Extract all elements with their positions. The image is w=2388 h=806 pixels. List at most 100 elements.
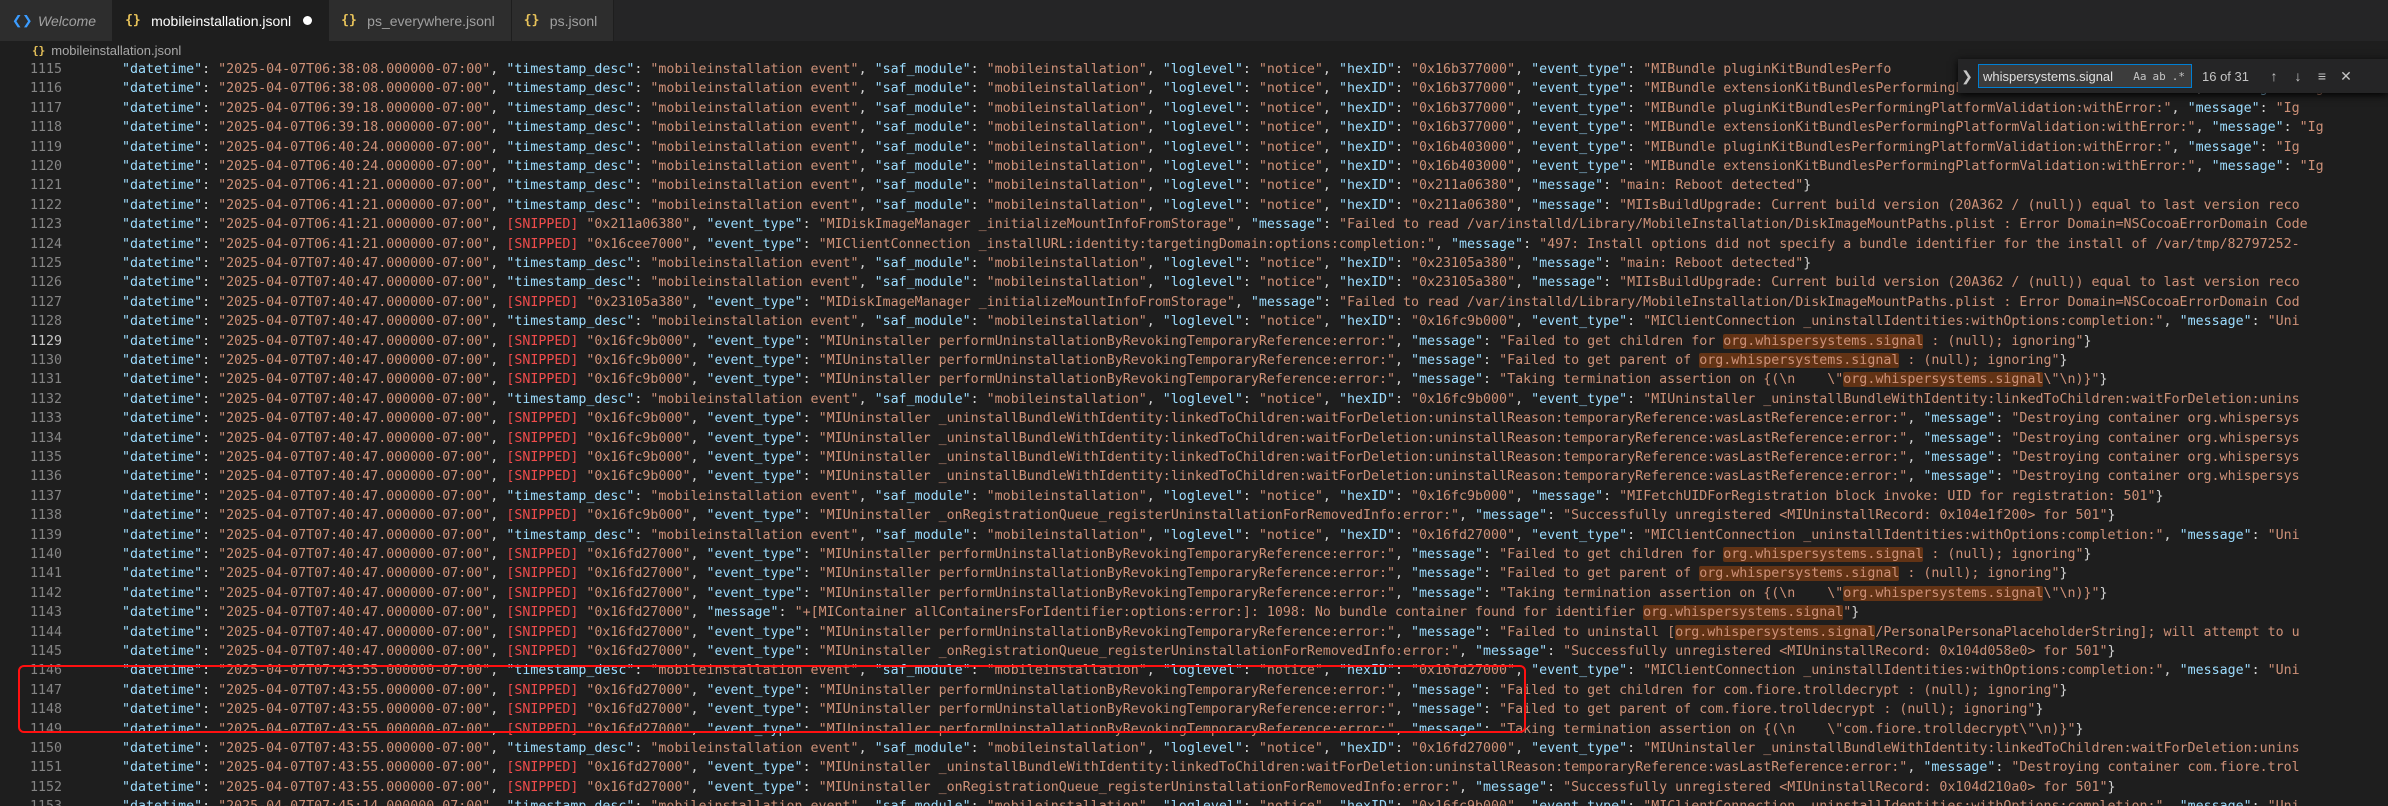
line-text[interactable]: "datetime": "2025-04-07T07:43:55.000000-… <box>90 720 2083 739</box>
next-match-arrow-down-icon[interactable]: ↓ <box>2286 68 2310 84</box>
match-whole-word-icon[interactable]: ab <box>2153 70 2166 83</box>
breadcrumb-file[interactable]: mobileinstallation.jsonl <box>51 43 181 58</box>
line-text[interactable]: "datetime": "2025-04-07T07:40:47.000000-… <box>90 506 2115 525</box>
code-line[interactable]: 1146 "datetime": "2025-04-07T07:43:55.00… <box>0 661 2388 680</box>
code-line[interactable]: 1143 "datetime": "2025-04-07T07:40:47.00… <box>0 603 2388 622</box>
code-line[interactable]: 1120 "datetime": "2025-04-07T06:40:24.00… <box>0 157 2388 176</box>
find-input[interactable]: whispersystems.signal Aa ab .* <box>1978 64 2192 88</box>
match-case-icon[interactable]: Aa <box>2133 70 2146 83</box>
breadcrumb[interactable]: {} mobileinstallation.jsonl <box>0 41 2388 59</box>
code-line[interactable]: 1135 "datetime": "2025-04-07T07:40:47.00… <box>0 448 2388 467</box>
code-line[interactable]: 1150 "datetime": "2025-04-07T07:43:55.00… <box>0 739 2388 758</box>
line-text[interactable]: "datetime": "2025-04-07T06:40:24.000000-… <box>90 157 2324 176</box>
line-text[interactable]: "datetime": "2025-04-07T07:40:47.000000-… <box>90 545 2091 564</box>
code-line[interactable]: 1134 "datetime": "2025-04-07T07:40:47.00… <box>0 429 2388 448</box>
code-line[interactable]: 1133 "datetime": "2025-04-07T07:40:47.00… <box>0 409 2388 428</box>
line-text[interactable]: "datetime": "2025-04-07T07:40:47.000000-… <box>90 351 2067 370</box>
line-text[interactable]: "datetime": "2025-04-07T07:43:55.000000-… <box>90 739 2300 758</box>
editor-tab-bar: ❮❯ Welcome {} mobileinstallation.jsonl {… <box>0 0 2388 41</box>
line-text[interactable]: "datetime": "2025-04-07T07:43:55.000000-… <box>90 758 2300 777</box>
line-text[interactable]: "datetime": "2025-04-07T07:40:47.000000-… <box>90 603 1859 622</box>
line-text[interactable]: "datetime": "2025-04-07T07:43:55.000000-… <box>90 700 2043 719</box>
code-line[interactable]: 1144 "datetime": "2025-04-07T07:40:47.00… <box>0 623 2388 642</box>
code-line[interactable]: 1128 "datetime": "2025-04-07T07:40:47.00… <box>0 312 2388 331</box>
code-line[interactable]: 1137 "datetime": "2025-04-07T07:40:47.00… <box>0 487 2388 506</box>
line-text[interactable]: "datetime": "2025-04-07T07:40:47.000000-… <box>90 293 2300 312</box>
line-text[interactable]: "datetime": "2025-04-07T07:40:47.000000-… <box>90 370 2108 389</box>
code-line[interactable]: 1149 "datetime": "2025-04-07T07:43:55.00… <box>0 720 2388 739</box>
code-line[interactable]: 1138 "datetime": "2025-04-07T07:40:47.00… <box>0 506 2388 525</box>
line-text[interactable]: "datetime": "2025-04-07T06:40:24.000000-… <box>90 138 2300 157</box>
code-line[interactable]: 1126 "datetime": "2025-04-07T07:40:47.00… <box>0 273 2388 292</box>
code-line[interactable]: 1130 "datetime": "2025-04-07T07:40:47.00… <box>0 351 2388 370</box>
line-text[interactable]: "datetime": "2025-04-07T06:38:08.000000-… <box>90 60 1891 79</box>
line-text[interactable]: "datetime": "2025-04-07T07:40:47.000000-… <box>90 623 2300 642</box>
line-number: 1141 <box>29 566 62 582</box>
line-number: 1138 <box>29 508 62 524</box>
code-line[interactable]: 1119 "datetime": "2025-04-07T06:40:24.00… <box>0 138 2388 157</box>
unsaved-changes-dot-icon[interactable] <box>303 16 313 25</box>
line-text[interactable]: "datetime": "2025-04-07T07:40:47.000000-… <box>90 312 2300 331</box>
find-input-value[interactable]: whispersystems.signal <box>1979 69 2133 84</box>
line-text[interactable]: "datetime": "2025-04-07T06:41:21.000000-… <box>90 196 2300 215</box>
find-in-selection-icon[interactable]: ≡ <box>2310 68 2334 84</box>
code-line[interactable]: 1132 "datetime": "2025-04-07T07:40:47.00… <box>0 390 2388 409</box>
code-line[interactable]: 1140 "datetime": "2025-04-07T07:40:47.00… <box>0 545 2388 564</box>
line-text[interactable]: "datetime": "2025-04-07T07:43:55.000000-… <box>90 681 2067 700</box>
line-text[interactable]: "datetime": "2025-04-07T07:40:47.000000-… <box>90 429 2300 448</box>
code-line[interactable]: 1122 "datetime": "2025-04-07T06:41:21.00… <box>0 196 2388 215</box>
code-line[interactable]: 1117 "datetime": "2025-04-07T06:39:18.00… <box>0 99 2388 118</box>
line-text[interactable]: "datetime": "2025-04-07T07:40:47.000000-… <box>90 254 1811 273</box>
line-text[interactable]: "datetime": "2025-04-07T07:40:47.000000-… <box>90 273 2300 292</box>
line-number: 1122 <box>29 197 62 213</box>
line-text[interactable]: "datetime": "2025-04-07T07:43:55.000000-… <box>90 661 2300 680</box>
line-number: 1139 <box>29 527 62 543</box>
line-text[interactable]: "datetime": "2025-04-07T06:39:18.000000-… <box>90 118 2324 137</box>
previous-match-arrow-up-icon[interactable]: ↑ <box>2262 68 2286 84</box>
code-editor[interactable]: 1115 "datetime": "2025-04-07T06:38:08.00… <box>0 60 2388 806</box>
line-number: 1129 <box>29 333 62 349</box>
code-line[interactable]: 1118 "datetime": "2025-04-07T06:39:18.00… <box>0 118 2388 137</box>
code-line[interactable]: 1139 "datetime": "2025-04-07T07:40:47.00… <box>0 526 2388 545</box>
line-text[interactable]: "datetime": "2025-04-07T07:40:47.000000-… <box>90 642 2115 661</box>
line-text[interactable]: "datetime": "2025-04-07T07:40:47.000000-… <box>90 467 2300 486</box>
code-line[interactable]: 1145 "datetime": "2025-04-07T07:40:47.00… <box>0 642 2388 661</box>
code-line[interactable]: 1142 "datetime": "2025-04-07T07:40:47.00… <box>0 584 2388 603</box>
line-text[interactable]: "datetime": "2025-04-07T07:40:47.000000-… <box>90 409 2300 428</box>
code-line[interactable]: 1124 "datetime": "2025-04-07T06:41:21.00… <box>0 235 2388 254</box>
code-line[interactable]: 1151 "datetime": "2025-04-07T07:43:55.00… <box>0 758 2388 777</box>
toggle-replace-chevron-icon[interactable]: ❯ <box>1958 68 1976 85</box>
line-text[interactable]: "datetime": "2025-04-07T07:45:14.000000-… <box>90 797 2300 806</box>
code-line[interactable]: 1131 "datetime": "2025-04-07T07:40:47.00… <box>0 370 2388 389</box>
code-line[interactable]: 1129 "datetime": "2025-04-07T07:40:47.00… <box>0 332 2388 351</box>
code-line[interactable]: 1152 "datetime": "2025-04-07T07:43:55.00… <box>0 778 2388 797</box>
close-icon[interactable]: ✕ <box>2334 68 2358 85</box>
line-text[interactable]: "datetime": "2025-04-07T07:40:47.000000-… <box>90 332 2091 351</box>
line-text[interactable]: "datetime": "2025-04-07T07:40:47.000000-… <box>90 526 2300 545</box>
code-line[interactable]: 1125 "datetime": "2025-04-07T07:40:47.00… <box>0 254 2388 273</box>
use-regex-icon[interactable]: .* <box>2172 70 2185 83</box>
tab-ps-everywhere-jsonl[interactable]: {} ps_everywhere.jsonl <box>329 0 512 41</box>
tab-mobileinstallation-jsonl[interactable]: {} mobileinstallation.jsonl <box>113 0 330 41</box>
line-text[interactable]: "datetime": "2025-04-07T07:40:47.000000-… <box>90 487 2164 506</box>
line-text[interactable]: "datetime": "2025-04-07T07:43:55.000000-… <box>90 778 2115 797</box>
line-text[interactable]: "datetime": "2025-04-07T06:41:21.000000-… <box>90 235 2300 254</box>
code-line[interactable]: 1148 "datetime": "2025-04-07T07:43:55.00… <box>0 700 2388 719</box>
code-line[interactable]: 1127 "datetime": "2025-04-07T07:40:47.00… <box>0 293 2388 312</box>
line-text[interactable]: "datetime": "2025-04-07T07:40:47.000000-… <box>90 564 2067 583</box>
code-line[interactable]: 1121 "datetime": "2025-04-07T06:41:21.00… <box>0 176 2388 195</box>
line-text[interactable]: "datetime": "2025-04-07T07:40:47.000000-… <box>90 448 2300 467</box>
line-number: 1123 <box>29 217 62 233</box>
code-line[interactable]: 1136 "datetime": "2025-04-07T07:40:47.00… <box>0 467 2388 486</box>
tab-welcome[interactable]: ❮❯ Welcome <box>0 0 114 41</box>
code-line[interactable]: 1153 "datetime": "2025-04-07T07:45:14.00… <box>0 797 2388 806</box>
code-line[interactable]: 1123 "datetime": "2025-04-07T06:41:21.00… <box>0 215 2388 234</box>
line-text[interactable]: "datetime": "2025-04-07T06:39:18.000000-… <box>90 99 2300 118</box>
line-text[interactable]: "datetime": "2025-04-07T06:41:21.000000-… <box>90 215 2308 234</box>
code-line[interactable]: 1147 "datetime": "2025-04-07T07:43:55.00… <box>0 681 2388 700</box>
line-text[interactable]: "datetime": "2025-04-07T06:41:21.000000-… <box>90 176 1811 195</box>
line-text[interactable]: "datetime": "2025-04-07T07:40:47.000000-… <box>90 390 2300 409</box>
line-text[interactable]: "datetime": "2025-04-07T07:40:47.000000-… <box>90 584 2108 603</box>
tab-ps-jsonl[interactable]: {} ps.jsonl <box>511 0 615 41</box>
code-line[interactable]: 1141 "datetime": "2025-04-07T07:40:47.00… <box>0 564 2388 583</box>
